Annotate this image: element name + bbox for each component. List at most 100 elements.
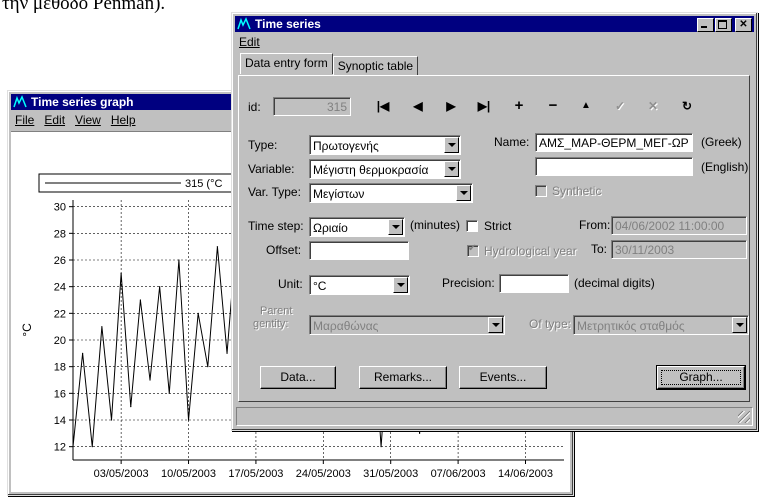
- decimal-digits-label: (decimal digits): [574, 276, 655, 290]
- data-point: [149, 379, 151, 381]
- offset-field[interactable]: [309, 241, 409, 260]
- graph-window-title: Time series graph: [31, 95, 134, 109]
- menu-file[interactable]: File: [11, 111, 40, 129]
- menu-view[interactable]: View: [71, 111, 107, 129]
- menu-edit[interactable]: Edit: [40, 111, 71, 129]
- post-record-button[interactable]: ✓: [611, 98, 629, 114]
- graph-button[interactable]: Graph...: [656, 365, 746, 390]
- to-label: To:: [591, 242, 608, 256]
- focus-rect: [661, 370, 741, 385]
- data-entry-panel: id: 315 |◀ ◀ ▶ ▶| + − ▲ ✓ ✕ ↻ Type: Πρωτ…: [238, 75, 750, 402]
- maximize-icon: [718, 20, 727, 29]
- x-tick-label: 14/06/2003: [498, 468, 553, 480]
- timestep-select[interactable]: Ωριαίο: [309, 217, 405, 237]
- y-tick-label: 20: [54, 335, 66, 347]
- data-point: [187, 419, 190, 421]
- english-label: (English): [701, 160, 749, 174]
- of-type-label: Of type:: [529, 317, 572, 331]
- delete-record-button[interactable]: −: [544, 98, 562, 114]
- to-date-field: 30/11/2003: [611, 240, 747, 259]
- name-field[interactable]: ΑΜΣ_ΜΑΡ-ΘΕΡΜ_ΜΕΓ-ΩΡ: [535, 133, 693, 152]
- first-record-button[interactable]: |◀: [374, 98, 392, 114]
- synthetic-checkbox[interactable]: [535, 185, 547, 197]
- precision-field[interactable]: [499, 274, 569, 293]
- minimize-icon: [701, 26, 707, 28]
- x-tick-label: 03/05/2003: [94, 468, 149, 480]
- vartype-select[interactable]: Μεγίστων: [309, 183, 473, 203]
- x-tick-label: 10/05/2003: [161, 468, 216, 480]
- data-point: [159, 286, 161, 288]
- unit-label: Unit:: [278, 277, 303, 291]
- y-tick-label: 28: [54, 228, 66, 240]
- cancel-record-button[interactable]: ✕: [644, 98, 662, 114]
- type-select[interactable]: Πρωτογενής: [309, 135, 461, 155]
- menu-edit[interactable]: Edit: [235, 33, 266, 51]
- maximize-button[interactable]: [715, 18, 732, 32]
- chevron-down-icon[interactable]: [388, 219, 403, 235]
- resize-grip-icon[interactable]: [738, 411, 750, 423]
- menu-help[interactable]: Help: [107, 111, 142, 129]
- chevron-down-icon[interactable]: [444, 137, 459, 153]
- data-point: [178, 259, 180, 261]
- ts-window-title: Time series: [255, 17, 321, 31]
- ts-menubar: Edit: [235, 33, 754, 51]
- offset-label: Offset:: [266, 243, 302, 257]
- data-point: [110, 419, 113, 421]
- edit-record-button[interactable]: ▲: [577, 98, 595, 114]
- y-tick-label: 26: [54, 255, 66, 267]
- y-tick-label: 30: [54, 202, 66, 214]
- of-type-select[interactable]: Μετρητικός σταθμός: [573, 315, 749, 335]
- y-tick-label: 14: [54, 415, 66, 427]
- data-point: [72, 446, 74, 448]
- y-axis-label: °C: [20, 323, 34, 337]
- data-point: [168, 392, 170, 394]
- data-point: [216, 246, 219, 248]
- background-document-text: την μέθοδο Penman).: [2, 0, 166, 14]
- id-field: 315: [273, 97, 351, 116]
- parent-gentity-select[interactable]: Μαραθώνας: [309, 315, 505, 335]
- vartype-label: Var. Type:: [248, 185, 301, 199]
- precision-label: Precision:: [442, 276, 495, 290]
- app-icon: [13, 95, 27, 109]
- last-record-button[interactable]: ▶|: [475, 98, 493, 114]
- from-label: From:: [579, 218, 611, 232]
- insert-record-button[interactable]: +: [510, 98, 528, 114]
- prior-record-button[interactable]: ◀: [409, 98, 427, 114]
- parent-label: Parent: [260, 305, 293, 317]
- hydrological-year-checkbox[interactable]: [467, 243, 479, 257]
- y-tick-label: 22: [54, 308, 66, 320]
- close-button[interactable]: ✕: [735, 18, 752, 32]
- chevron-down-icon[interactable]: [732, 317, 747, 333]
- events-button[interactable]: Events...: [459, 366, 547, 389]
- minimize-button[interactable]: [697, 18, 714, 32]
- chevron-down-icon[interactable]: [456, 185, 471, 201]
- strict-checkbox[interactable]: [466, 220, 478, 232]
- timestep-label: Time step:: [248, 219, 304, 233]
- chevron-down-icon[interactable]: [488, 317, 503, 333]
- data-point: [207, 366, 209, 368]
- x-tick-label: 24/05/2003: [296, 468, 351, 480]
- data-point: [418, 432, 421, 434]
- tab-data-entry-form[interactable]: Data entry form: [240, 53, 333, 74]
- close-icon: ✕: [739, 19, 748, 30]
- unit-select[interactable]: °C: [309, 275, 410, 295]
- ts-window-titlebar[interactable]: Time series ✕: [235, 16, 754, 32]
- tab-synoptic-table[interactable]: Synoptic table: [332, 56, 419, 76]
- data-point: [197, 312, 199, 314]
- data-point: [101, 326, 103, 328]
- data-point: [130, 406, 132, 408]
- english-name-field[interactable]: [535, 157, 693, 176]
- time-series-window: Time series ✕ Edit Data entry form Synop…: [231, 12, 758, 431]
- chevron-down-icon[interactable]: [444, 161, 459, 177]
- name-label: Name:: [494, 135, 530, 149]
- y-tick-label: 12: [54, 442, 66, 454]
- data-point: [226, 352, 228, 354]
- next-record-button[interactable]: ▶: [442, 98, 460, 114]
- y-tick-label: 18: [54, 362, 66, 374]
- remarks-button[interactable]: Remarks...: [359, 366, 447, 389]
- gentity-label: gentity:: [253, 318, 289, 330]
- data-button[interactable]: Data...: [260, 366, 336, 389]
- chevron-down-icon[interactable]: [393, 277, 408, 293]
- variable-select[interactable]: Μέγιστη θερμοκρασία: [309, 159, 461, 179]
- refresh-button[interactable]: ↻: [678, 98, 696, 114]
